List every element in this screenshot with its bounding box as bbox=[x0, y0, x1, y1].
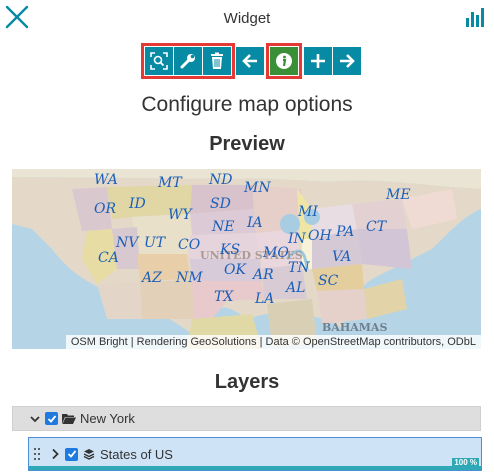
state-label: OK bbox=[224, 262, 246, 278]
state-label: MI bbox=[298, 204, 318, 220]
page-title: Configure map options bbox=[141, 93, 353, 116]
state-label: TX bbox=[214, 289, 234, 305]
toolbar-active-group bbox=[266, 43, 302, 79]
state-label: SD bbox=[210, 196, 231, 212]
settings-button[interactable] bbox=[174, 47, 202, 75]
toolbar-highlighted-group bbox=[141, 43, 235, 79]
group-name: New York bbox=[80, 411, 135, 426]
state-label: ID bbox=[129, 196, 146, 212]
state-label: OR bbox=[94, 201, 117, 217]
state-label: CO bbox=[178, 237, 201, 253]
layers-tree: New York States of US 100 % bbox=[12, 406, 482, 475]
layer-loading-progress bbox=[29, 466, 481, 470]
state-label: AR bbox=[253, 267, 274, 283]
back-button[interactable] bbox=[236, 47, 264, 75]
widget-header: Widget bbox=[0, 0, 494, 40]
state-label: IA bbox=[247, 215, 263, 231]
chevron-right-icon[interactable] bbox=[50, 448, 60, 460]
state-label: IN bbox=[288, 231, 306, 247]
info-icon bbox=[276, 53, 292, 69]
state-label: CT bbox=[366, 219, 387, 235]
widget-title: Widget bbox=[223, 10, 271, 27]
state-label: AZ bbox=[142, 270, 162, 286]
bar-chart-icon[interactable] bbox=[464, 6, 486, 28]
group-checkbox[interactable] bbox=[45, 412, 58, 425]
state-label: ME bbox=[386, 187, 411, 203]
plus-icon bbox=[311, 54, 325, 68]
state-label: NV bbox=[116, 235, 139, 251]
layer-name: States of US bbox=[100, 446, 173, 462]
map-preview[interactable]: UNITED STATES BAHAMAS WA MT ND MN ME OR … bbox=[12, 169, 481, 349]
state-label: WA bbox=[94, 172, 118, 188]
layer-row[interactable]: States of US 100 % bbox=[28, 437, 482, 471]
state-label: NM bbox=[176, 270, 203, 286]
state-label: OH bbox=[308, 228, 332, 244]
state-label: MT bbox=[158, 175, 182, 191]
state-label: NE bbox=[212, 219, 235, 235]
state-label: KS bbox=[220, 242, 241, 258]
zoom-to-extent-button[interactable] bbox=[145, 47, 173, 75]
add-button[interactable] bbox=[304, 47, 332, 75]
drag-handle-icon[interactable] bbox=[33, 447, 41, 461]
folder-open-icon bbox=[62, 413, 76, 424]
widget-toolbar bbox=[141, 43, 361, 79]
state-label: WY bbox=[168, 207, 192, 223]
state-label: LA bbox=[255, 291, 275, 307]
zoom-to-extent-icon bbox=[150, 52, 168, 70]
state-label: MO bbox=[263, 245, 289, 261]
preview-heading: Preview bbox=[209, 133, 285, 155]
chevron-down-icon[interactable] bbox=[29, 413, 41, 425]
layers-icon bbox=[83, 449, 95, 460]
state-label: SC bbox=[318, 273, 339, 289]
state-label: ND bbox=[209, 172, 233, 188]
info-button[interactable] bbox=[270, 47, 298, 75]
state-label: VA bbox=[332, 249, 352, 265]
state-label: AL bbox=[286, 280, 306, 296]
state-label: TN bbox=[288, 260, 310, 276]
layers-heading: Layers bbox=[214, 371, 280, 393]
forward-button[interactable] bbox=[333, 47, 361, 75]
arrow-right-icon bbox=[340, 54, 355, 68]
delete-button[interactable] bbox=[203, 47, 231, 75]
wrench-icon bbox=[180, 54, 195, 69]
map-attribution: OSM Bright | Rendering GeoSolutions | Da… bbox=[65, 335, 481, 349]
layer-group-row[interactable]: New York bbox=[12, 406, 481, 431]
state-label: MN bbox=[244, 180, 271, 196]
map-bg-label: BAHAMAS bbox=[322, 321, 388, 334]
state-label: PA bbox=[336, 224, 355, 240]
state-label: CA bbox=[98, 250, 119, 266]
arrow-left-icon bbox=[242, 54, 257, 68]
state-label: UT bbox=[144, 235, 166, 251]
trash-icon bbox=[211, 52, 223, 69]
layer-checkbox[interactable] bbox=[65, 447, 78, 461]
progress-badge: 100 % bbox=[452, 458, 479, 468]
